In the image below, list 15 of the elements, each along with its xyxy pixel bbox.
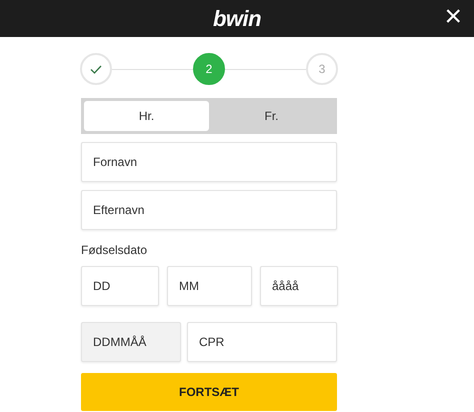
logo: bwin xyxy=(212,8,262,30)
name-field[interactable]: Efternavn xyxy=(81,190,337,230)
checkmark-icon xyxy=(90,64,102,74)
date-field[interactable]: DD xyxy=(81,266,159,306)
name-field[interactable]: Fornavn xyxy=(81,142,337,182)
step-number: 2 xyxy=(193,53,225,85)
gender-option[interactable]: Fr. xyxy=(209,101,334,131)
gender-option[interactable]: Hr. xyxy=(84,101,209,131)
close-button[interactable]: × xyxy=(440,2,466,32)
continue-button[interactable]: FORTSÆT xyxy=(81,373,337,411)
date-field[interactable]: åååå xyxy=(260,266,338,306)
birthdate-label: Fødselsdato xyxy=(81,242,148,259)
date-field[interactable]: MM xyxy=(167,266,252,306)
step-number: 3 xyxy=(306,53,338,85)
cpr-field[interactable]: CPR xyxy=(187,322,337,362)
